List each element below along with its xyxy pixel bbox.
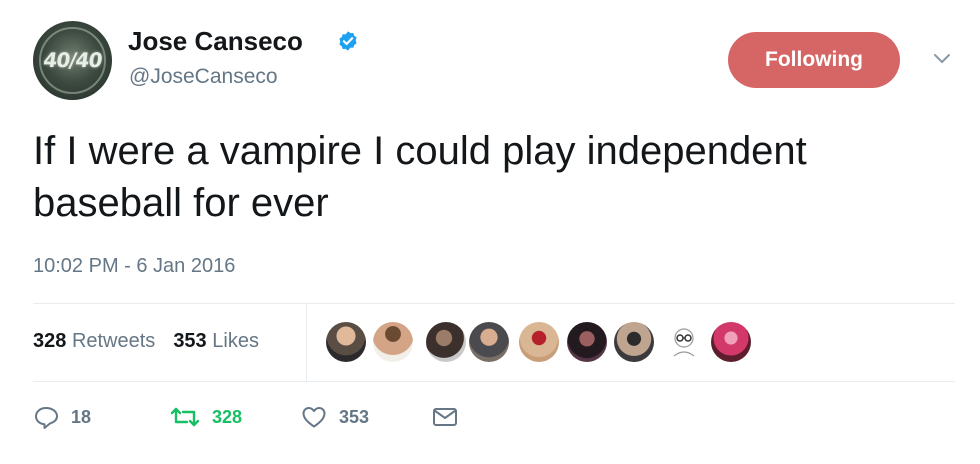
reply-button[interactable]: 18 bbox=[33, 400, 91, 434]
retweet-button[interactable]: 328 bbox=[170, 400, 242, 434]
avatar-man-suit[interactable] bbox=[326, 322, 366, 362]
following-button[interactable]: Following bbox=[728, 32, 900, 88]
like-button[interactable]: 353 bbox=[301, 400, 369, 434]
divider bbox=[33, 303, 955, 304]
divider bbox=[306, 303, 307, 381]
reply-icon bbox=[35, 407, 58, 429]
reply-count: 18 bbox=[71, 406, 92, 427]
tweet-text-line: If I were a vampire I could play indepen… bbox=[33, 129, 807, 173]
profile-avatar[interactable]: 40/40 bbox=[33, 21, 112, 100]
retweets-label: Retweets bbox=[71, 330, 156, 352]
avatar-woman-dark[interactable] bbox=[567, 322, 607, 362]
tweet-text-line: baseball for ever bbox=[33, 181, 329, 225]
avatar-logo-text: 40/40 bbox=[41, 48, 104, 72]
avatar-man-sunglasses[interactable] bbox=[614, 322, 654, 362]
retweets-stat[interactable]: 328 Retweets bbox=[33, 330, 155, 352]
retweets-count: 328 bbox=[33, 330, 67, 352]
like-count: 353 bbox=[339, 406, 370, 427]
avatar-man-smiling[interactable] bbox=[469, 322, 509, 362]
direct-message-button[interactable] bbox=[431, 400, 459, 434]
avatar-devil-mask[interactable] bbox=[519, 322, 559, 362]
user-handle[interactable]: @JoseCanseco bbox=[129, 65, 278, 89]
retweet-icon bbox=[170, 407, 200, 427]
avatar-pink-hair[interactable] bbox=[711, 322, 751, 362]
envelope-icon bbox=[433, 408, 457, 426]
tweet-stats: 328 Retweets 353 Likes bbox=[33, 330, 259, 353]
tweet-text: If I were a vampire I could play indepen… bbox=[33, 125, 953, 229]
divider bbox=[33, 381, 955, 382]
chevron-down-icon[interactable] bbox=[932, 52, 952, 66]
sketch-face-icon bbox=[673, 328, 695, 357]
heart-icon bbox=[302, 407, 326, 428]
avatar-bearded-man[interactable] bbox=[426, 322, 466, 362]
retweet-count: 328 bbox=[212, 406, 243, 427]
likes-label: Likes bbox=[212, 330, 259, 352]
display-name[interactable]: Jose Canseco bbox=[128, 26, 303, 57]
likes-count: 353 bbox=[173, 330, 207, 352]
avatar-sketch-glasses[interactable] bbox=[664, 322, 704, 362]
tweet-timestamp[interactable]: 10:02 PM - 6 Jan 2016 bbox=[33, 255, 235, 278]
avatar-shirtless-man[interactable] bbox=[373, 322, 413, 362]
likes-stat[interactable]: 353 Likes bbox=[173, 330, 259, 352]
verified-badge-icon bbox=[339, 31, 357, 51]
